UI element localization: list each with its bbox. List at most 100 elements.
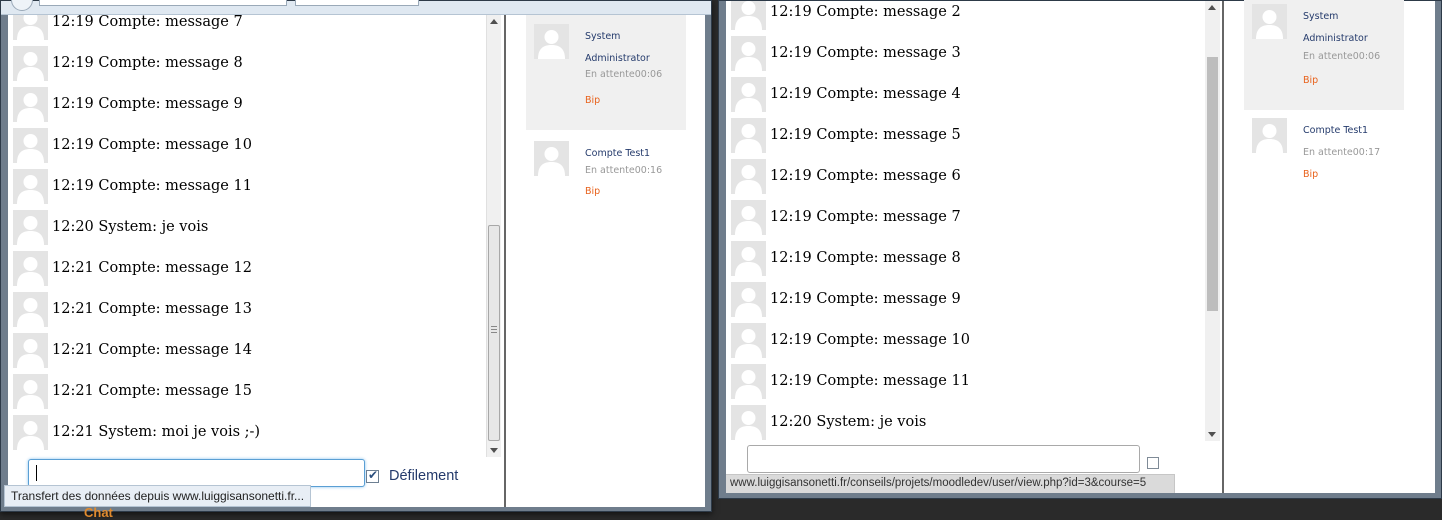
user-name-link[interactable]: System Administrator (585, 26, 680, 70)
avatar-icon (13, 415, 48, 450)
left-autoscroll-checkbox[interactable]: ✔ (366, 468, 379, 483)
avatar-icon (13, 210, 48, 245)
back-button[interactable] (11, 0, 33, 11)
beep-user-link[interactable]: Bip (585, 186, 600, 197)
avatar-icon (13, 374, 48, 409)
chat-message: 12:19 Compte: message 6 (731, 159, 1201, 195)
avatar-icon (731, 282, 766, 317)
chat-message-text: 12:19 Compte: message 2 (770, 4, 961, 20)
user-list-item: Compte Test1 En attente00:16 Bip (526, 132, 686, 212)
right-message-input[interactable] (747, 445, 1140, 473)
user-list-item: System Administrator En attente00:06 Bip (1244, 0, 1404, 110)
chat-message: 12:19 Compte: message 7 (13, 15, 483, 41)
right-message-list: 12:19 Compte: message 2 12:19 Compte: mes… (726, 1, 1222, 441)
chat-message-text: 12:19 Compte: message 10 (770, 332, 970, 348)
avatar-icon (13, 169, 48, 204)
scroll-down-arrow-icon[interactable] (1208, 432, 1216, 437)
right-autoscroll-checkbox[interactable] (1147, 457, 1159, 469)
avatar-icon (731, 118, 766, 153)
scroll-thumb[interactable] (1207, 57, 1218, 311)
avatar-icon (731, 241, 766, 276)
user-name-link[interactable]: Compte Test1 (1303, 120, 1398, 142)
right-user-list: System Administrator En attente00:06 Bip Co… (1224, 0, 1435, 493)
left-message-scrollbar[interactable] (486, 15, 501, 457)
chat-message: 12:19 Compte: message 5 (731, 118, 1201, 154)
right-chat-page: 12:19 Compte: message 2 12:19 Compte: mes… (726, 0, 1435, 493)
background-chat-label: Chat (84, 505, 113, 520)
scroll-grip-icon (491, 326, 497, 333)
search-bar[interactable] (295, 0, 419, 6)
avatar-icon (1252, 118, 1287, 153)
chat-message: 12:19 Compte: message 8 (731, 241, 1201, 277)
chat-message-text: 12:19 Compte: message 4 (770, 86, 961, 102)
user-idle-status: En attente00:06 (1303, 51, 1381, 62)
avatar-icon (13, 128, 48, 163)
avatar-icon (13, 87, 48, 122)
chat-message: 12:20 System: je vois (13, 210, 483, 246)
avatar-icon (731, 1, 766, 30)
scroll-up-arrow-icon[interactable] (490, 19, 498, 24)
chat-message-text: 12:19 Compte: message 9 (770, 291, 961, 307)
avatar-icon (1252, 4, 1287, 39)
user-list-item: System Administrator En attente00:06 Bip (526, 15, 686, 130)
chat-message: 12:19 Compte: message 3 (731, 36, 1201, 72)
chat-message-text: 12:19 Compte: message 7 (770, 209, 961, 225)
chat-message: 12:21 Compte: message 15 (13, 374, 483, 410)
chat-message-text: 12:19 Compte: message 8 (770, 250, 961, 266)
chat-message: 12:19 Compte: message 9 (13, 87, 483, 123)
avatar-icon (13, 46, 48, 81)
chat-message: 12:19 Compte: message 11 (731, 364, 1201, 400)
chat-message-text: 12:20 System: je vois (770, 414, 927, 430)
chat-message: 12:19 Compte: message 8 (13, 46, 483, 82)
left-message-input[interactable] (28, 459, 365, 487)
beep-user-link[interactable]: Bip (1303, 169, 1318, 180)
avatar-icon (731, 77, 766, 112)
chat-message: 12:21 Compte: message 13 (13, 292, 483, 328)
left-browser-window: 12:19 Compte: message 7 12:19 Compte: mes… (0, 0, 712, 512)
avatar-icon (731, 200, 766, 235)
left-message-list: 12:19 Compte: message 7 12:19 Compte: mes… (8, 15, 504, 455)
text-caret (36, 465, 37, 481)
chat-message: 12:19 Compte: message 7 (731, 200, 1201, 236)
right-browser-window: 12:19 Compte: message 2 12:19 Compte: mes… (718, 0, 1442, 499)
avatar-icon (534, 141, 569, 176)
chat-message-text: 12:21 Compte: message 13 (52, 301, 252, 317)
user-name-link[interactable]: Compte Test1 (585, 143, 680, 165)
chat-message-text: 12:19 Compte: message 6 (770, 168, 961, 184)
chat-message: 12:19 Compte: message 4 (731, 77, 1201, 113)
chat-message: 12:19 Compte: message 10 (13, 128, 483, 164)
chat-message-text: 12:19 Compte: message 11 (52, 178, 252, 194)
avatar-icon (13, 292, 48, 327)
chat-message: 12:19 Compte: message 11 (13, 169, 483, 205)
chat-message-text: 12:19 Compte: message 8 (52, 55, 243, 71)
left-user-list: System Administrator En attente00:06 Bip Co… (506, 15, 705, 507)
chat-message-text: 12:21 System: moi je vois ;-) (52, 424, 261, 440)
right-status-bar: www.luiggisansonetti.fr/conseils/projets… (726, 474, 1175, 493)
scroll-up-arrow-icon[interactable] (1208, 5, 1216, 10)
address-bar[interactable] (39, 0, 287, 6)
avatar-icon (534, 24, 569, 59)
chat-message-text: 12:19 Compte: message 5 (770, 127, 961, 143)
chat-message: 12:21 Compte: message 12 (13, 251, 483, 287)
scroll-thumb[interactable] (488, 225, 500, 441)
chat-message-text: 12:19 Compte: message 11 (770, 373, 970, 389)
user-idle-status: En attente00:16 (585, 165, 663, 176)
user-idle-status: En attente00:17 (1303, 147, 1381, 158)
beep-user-link[interactable]: Bip (1303, 75, 1318, 86)
chat-message: 12:19 Compte: message 2 (731, 1, 1201, 31)
scroll-down-arrow-icon[interactable] (490, 448, 498, 453)
avatar-icon (13, 251, 48, 286)
right-message-scrollbar[interactable] (1205, 1, 1220, 441)
user-list-item: Compte Test1 En attente00:17 Bip (1244, 109, 1404, 189)
avatar-icon (731, 36, 766, 71)
left-autoscroll-label: Défilement (389, 468, 459, 484)
beep-user-link[interactable]: Bip (585, 95, 600, 106)
chat-message-text: 12:21 Compte: message 15 (52, 383, 252, 399)
checkmark-icon: ✔ (368, 468, 379, 482)
user-name-link[interactable]: System Administrator (1303, 6, 1398, 50)
chat-message-text: 12:19 Compte: message 3 (770, 45, 961, 61)
chat-message: 12:19 Compte: message 10 (731, 323, 1201, 359)
left-status-bar: Transfert des données depuis www.luiggis… (4, 485, 312, 507)
chat-message: 12:20 System: je vois (731, 405, 1201, 441)
avatar-icon (731, 323, 766, 358)
